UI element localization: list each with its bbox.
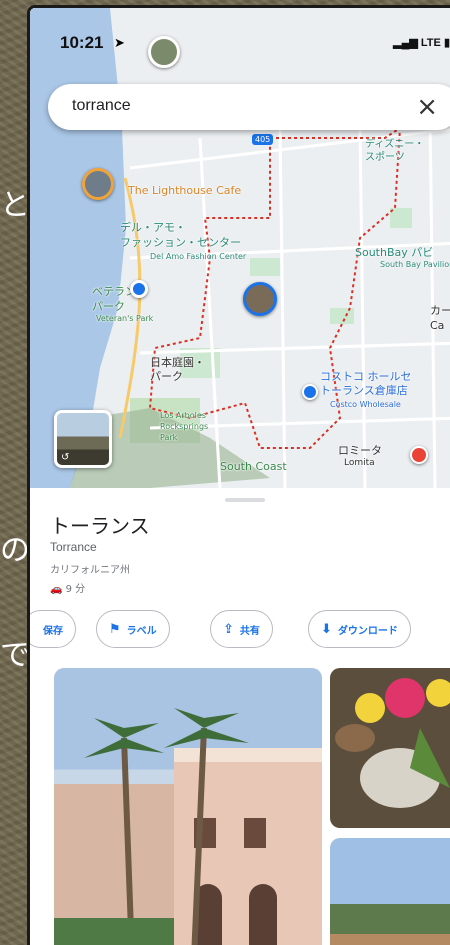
- car-icon: 🚗: [50, 584, 63, 595]
- search-input[interactable]: torrance: [72, 97, 131, 115]
- map-label-del-amo[interactable]: デル・アモ・ ファッション・センター: [120, 220, 241, 250]
- battery-icon: ▮: [443, 37, 450, 49]
- download-button[interactable]: ⬇ ダウンロード: [308, 610, 411, 648]
- costco-pin[interactable]: [302, 384, 318, 400]
- place-subtitle: Torrance: [50, 540, 97, 554]
- map-label-japanese-garden[interactable]: 日本庭園・ パーク: [150, 356, 205, 384]
- map-label-lomita-en: Lomita: [344, 458, 375, 468]
- action-chips: 保存 ⚑ ラベル ⇪ 共有 ⬇ ダウンロード: [30, 610, 450, 650]
- map-label-south-coast: South Coast: [220, 460, 287, 473]
- drive-time-value: 9 分: [65, 584, 86, 595]
- photo-main[interactable]: [54, 668, 322, 945]
- map-label-los-arboles: Los Arboles Rocksprings Park: [160, 411, 209, 442]
- share-icon: ⇪: [223, 621, 234, 637]
- label-label: ラベル: [126, 625, 157, 637]
- background-glyph-3: で: [0, 638, 30, 673]
- place-panel: トーランス Torrance カリフォルニア州 🚗 9 分 保存 ⚑ ラベル ⇪…: [30, 488, 450, 945]
- photo-building-2[interactable]: [330, 838, 450, 945]
- map-label-veterans-park-en: Veteran's Park: [96, 314, 154, 323]
- photo-flowers[interactable]: [330, 668, 450, 828]
- map-view[interactable]: The Lighthouse Cafe デル・アモ・ ファッション・センター D…: [30, 8, 450, 488]
- map-label-lomita[interactable]: ロミータ: [338, 442, 382, 458]
- torrance-photo-pin[interactable]: [243, 282, 277, 316]
- map-label-disneyana[interactable]: ディズニー・ スポーツ: [365, 138, 424, 164]
- background-glyph-2: の: [0, 533, 30, 568]
- photo-flowers-art: [335, 678, 450, 808]
- map-label-southbay[interactable]: SouthBay パビ: [355, 244, 433, 260]
- save-button[interactable]: 保存: [30, 610, 76, 648]
- place-drive-time: 🚗 9 分: [50, 580, 85, 595]
- background-glyph-1: と: [0, 188, 30, 223]
- map-label-del-amo-en: Del Amo Fashion Center: [150, 252, 247, 261]
- close-icon[interactable]: ×: [416, 92, 438, 122]
- label-button[interactable]: ⚑ ラベル: [96, 610, 170, 648]
- share-label: 共有: [239, 625, 260, 637]
- map-label-costco[interactable]: コストコ ホールセ トーランス倉庫店: [320, 370, 412, 398]
- status-bar: 10:21 ➤ ▂▄▆ LTE ▮: [30, 8, 450, 78]
- photo-main-art: [54, 708, 322, 945]
- street-view-thumbnail[interactable]: ↺: [54, 410, 112, 468]
- status-time: 10:21: [60, 33, 104, 52]
- status-network: ▂▄▆ LTE ▮: [393, 36, 450, 49]
- lighthouse-cafe-pin[interactable]: [82, 168, 114, 200]
- hospital-pin[interactable]: [410, 446, 428, 464]
- map-label-lighthouse-cafe[interactable]: The Lighthouse Cafe: [128, 184, 241, 197]
- signal-icon: ▂▄▆: [393, 37, 418, 49]
- flag-icon: ⚑: [109, 621, 121, 637]
- phone-screen: The Lighthouse Cafe デル・アモ・ ファッション・センター D…: [27, 5, 450, 945]
- download-label: ダウンロード: [337, 625, 398, 637]
- network-label: LTE: [420, 37, 441, 49]
- street-view-icon: ↺: [61, 452, 70, 463]
- place-region: カリフォルニア州: [50, 565, 130, 576]
- share-button[interactable]: ⇪ 共有: [210, 610, 273, 648]
- map-label-costco-en: Costco Wholesale: [330, 400, 401, 409]
- drag-handle[interactable]: [225, 498, 265, 502]
- map-label-southbay-en: South Bay Pavilion: [380, 260, 450, 269]
- map-label-carson: カー Ca: [430, 304, 450, 332]
- current-location-dot[interactable]: [130, 280, 148, 298]
- download-icon: ⬇: [321, 621, 332, 637]
- location-arrow-icon: ➤: [114, 35, 125, 50]
- highway-shield: 405: [252, 134, 274, 145]
- search-box[interactable]: torrance ×: [48, 84, 450, 130]
- save-label: 保存: [43, 625, 63, 637]
- place-title: トーランス: [50, 514, 150, 538]
